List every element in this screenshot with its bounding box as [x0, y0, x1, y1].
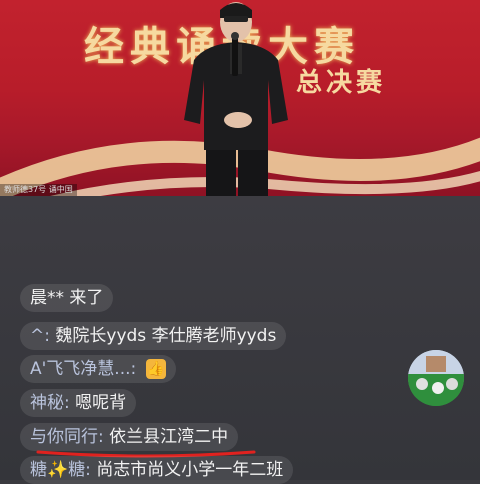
chat-user-name: 糖✨糖: [30, 460, 91, 480]
chat-message-text: 嗯呢背 [75, 393, 127, 413]
chat-message-text: 尚志市尚义小学一年二班 [96, 460, 284, 480]
avatar-image [408, 350, 464, 406]
chat-message: 神秘: 嗯呢背 [20, 389, 137, 417]
chat-user-name: 神秘: [30, 393, 70, 413]
thumbs-up-icon: 👍 [145, 359, 166, 379]
chat-message: A'飞飞净慧...: 👍 [20, 355, 176, 383]
chat-user-name: ^: [30, 326, 50, 346]
chat-user-name: A'飞飞净慧...: [30, 359, 137, 379]
chat-message: ^: 魏院长yyds 李仕腾老师yyds [20, 322, 287, 350]
chat-message-text: 依兰县江湾二中 [109, 427, 229, 447]
chat-message: 与你同行: 依兰县江湾二中 [20, 423, 239, 451]
chat-message: 晨** 来了 [20, 284, 114, 312]
chat-message-text: 魏院长yyds 李仕腾老师yyds [55, 326, 277, 346]
chat-user-name: 与你同行: [30, 427, 104, 447]
floating-avatar[interactable] [408, 350, 464, 406]
chat-user-name: 晨** 来了 [30, 288, 104, 308]
banner-subtitle: 总决赛 [296, 68, 387, 98]
speaker-figure [184, 2, 288, 196]
video-overlay-label: 教师德37号 诵中国 [0, 184, 77, 196]
live-video-player[interactable]: 经典诵读大赛 总决赛 教师德37号 诵中国 [0, 0, 480, 196]
